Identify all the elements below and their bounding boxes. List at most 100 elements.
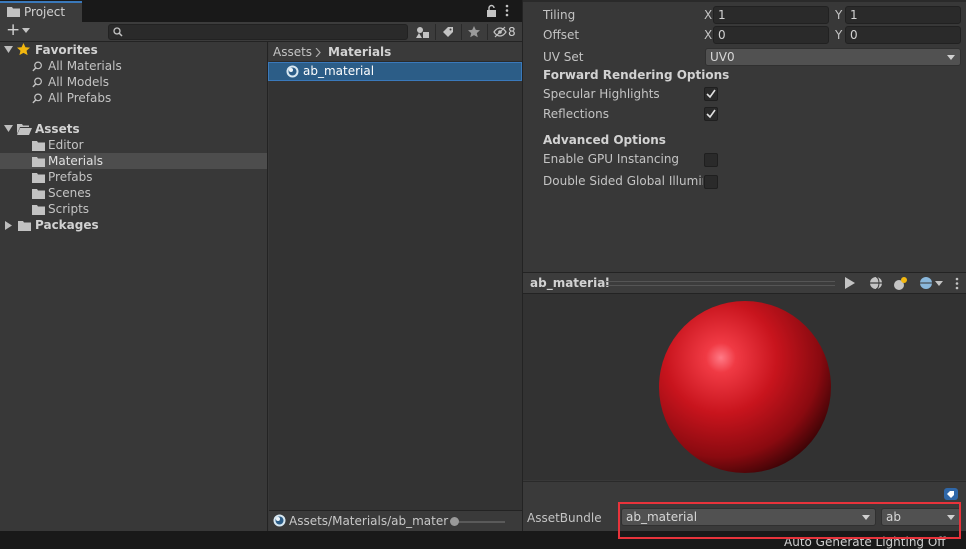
asset-path-bar: Assets/Materials/ab_materia xyxy=(269,510,522,531)
inspector-window: Tiling X 1 Y 1 Offset X 0 Y 0 UV Set UV0… xyxy=(522,0,966,531)
tree-item-label: Scripts xyxy=(48,202,90,216)
hidden-count: 8 xyxy=(508,25,516,39)
tag-icon[interactable] xyxy=(944,488,958,500)
search-icon xyxy=(32,61,43,72)
offset-y-field[interactable]: 0 xyxy=(845,26,961,44)
chevron-down-icon[interactable] xyxy=(935,281,943,286)
tiling-x-field[interactable]: 1 xyxy=(713,6,829,24)
project-toolbar: + 8 xyxy=(0,20,522,42)
search-icon xyxy=(32,93,43,104)
folder-icon xyxy=(32,188,45,199)
sphere-mesh-icon[interactable] xyxy=(869,276,883,290)
chevron-down-icon xyxy=(947,55,955,60)
search-by-label-button[interactable] xyxy=(438,23,458,41)
folder-icon xyxy=(32,172,45,183)
chevron-right-icon[interactable] xyxy=(5,221,13,230)
hidden-packages-toggle[interactable]: 8 xyxy=(491,23,521,41)
offset-label: Offset xyxy=(543,28,580,42)
folder-icon xyxy=(32,204,45,215)
breadcrumb-current[interactable]: Materials xyxy=(328,42,391,62)
tree-item-label: Packages xyxy=(35,218,99,232)
tree-item-label: Scenes xyxy=(48,186,91,200)
breadcrumb-root[interactable]: Assets xyxy=(273,42,312,62)
tree-item-label: All Models xyxy=(48,75,109,89)
more-options-icon[interactable] xyxy=(954,277,960,290)
tree-item-label: All Prefabs xyxy=(48,91,112,105)
tree-item-label: Prefabs xyxy=(48,170,93,184)
search-icon xyxy=(32,77,43,88)
double-sided-gi-checkbox[interactable] xyxy=(704,175,718,189)
eye-slash-icon xyxy=(493,26,507,38)
chevron-down-icon[interactable] xyxy=(4,125,13,133)
double-sided-gi-label: Double Sided Global Illumina xyxy=(543,174,703,188)
lock-icon[interactable] xyxy=(486,4,497,17)
preview-header: ab_material xyxy=(523,272,966,294)
uv-set-dropdown[interactable]: UV0 xyxy=(705,48,961,66)
tiling-y-label: Y xyxy=(835,8,843,22)
light-toggle-icon[interactable] xyxy=(893,275,909,291)
tree-item-all-prefabs[interactable]: All Prefabs xyxy=(0,90,267,106)
tiling-x-label: X xyxy=(704,8,713,22)
chevron-down-icon[interactable] xyxy=(22,28,30,34)
tree-item-label: Assets xyxy=(35,122,80,136)
folder-tree: Favorites All Materials All Models All P… xyxy=(0,42,268,531)
uv-set-label: UV Set xyxy=(543,50,584,64)
offset-x-label: X xyxy=(704,28,713,42)
asset-bundle-label: AssetBundle xyxy=(527,511,602,525)
tree-item-label: Favorites xyxy=(35,43,98,57)
asset-path-text: Assets/Materials/ab_materia xyxy=(289,514,449,528)
favorites-toggle-button[interactable] xyxy=(464,23,484,41)
tree-item-all-models[interactable]: All Models xyxy=(0,74,267,90)
specular-highlights-checkbox[interactable] xyxy=(704,87,718,101)
project-tab-label: Project xyxy=(24,5,66,19)
asset-item-ab-material[interactable]: ab_material xyxy=(268,62,522,81)
preview-background-icon[interactable] xyxy=(919,276,933,290)
tree-item-scenes[interactable]: Scenes xyxy=(0,185,267,201)
project-tab-bar: Project xyxy=(0,0,522,22)
tree-item-materials[interactable]: Materials xyxy=(0,153,267,169)
chevron-right-icon xyxy=(315,48,321,57)
specular-highlights-label: Specular Highlights xyxy=(543,87,660,101)
material-preview-sphere xyxy=(659,301,831,473)
icon-size-slider-thumb[interactable] xyxy=(450,517,459,526)
check-icon xyxy=(706,109,716,119)
advanced-options-header: Advanced Options xyxy=(543,133,666,147)
project-window: Project + 8 Favorites All Materials All … xyxy=(0,0,522,531)
search-input[interactable] xyxy=(108,24,408,40)
tree-item-label: Editor xyxy=(48,138,84,152)
gpu-instancing-checkbox[interactable] xyxy=(704,153,718,167)
gpu-instancing-label: Enable GPU Instancing xyxy=(543,152,680,166)
forward-rendering-header: Forward Rendering Options xyxy=(543,68,730,82)
preview-drag-handle[interactable] xyxy=(605,281,835,286)
material-preview[interactable] xyxy=(523,294,966,480)
tree-item-scripts[interactable]: Scripts xyxy=(0,201,267,217)
more-options-icon[interactable] xyxy=(504,4,510,17)
tree-item-favorites[interactable]: Favorites xyxy=(0,42,267,58)
shapes-icon xyxy=(416,26,429,38)
project-tab[interactable]: Project xyxy=(0,1,82,22)
tree-item-packages[interactable]: Packages xyxy=(0,217,267,233)
folder-icon xyxy=(32,140,45,151)
tiling-label: Tiling xyxy=(543,8,576,22)
check-icon xyxy=(706,89,716,99)
icon-size-slider[interactable] xyxy=(455,521,505,523)
reflections-checkbox[interactable] xyxy=(704,107,718,121)
tree-item-prefabs[interactable]: Prefabs xyxy=(0,169,267,185)
tree-item-label: Materials xyxy=(48,154,104,168)
folder-icon xyxy=(18,220,31,231)
chevron-down-icon[interactable] xyxy=(4,46,13,54)
tree-item-assets[interactable]: Assets xyxy=(0,121,267,137)
tree-item-label: All Materials xyxy=(48,59,122,73)
toolbar-divider xyxy=(435,24,436,40)
search-by-type-button[interactable] xyxy=(412,23,432,41)
tag-icon xyxy=(442,26,454,38)
material-sphere-icon xyxy=(273,514,286,527)
add-button[interactable]: + xyxy=(6,20,20,40)
tree-item-editor[interactable]: Editor xyxy=(0,137,267,153)
offset-x-field[interactable]: 0 xyxy=(713,26,829,44)
tree-item-all-materials[interactable]: All Materials xyxy=(0,58,267,74)
play-icon[interactable] xyxy=(845,277,855,289)
tiling-y-field[interactable]: 1 xyxy=(845,6,961,24)
folder-open-icon xyxy=(17,123,32,135)
reflections-label: Reflections xyxy=(543,107,609,121)
